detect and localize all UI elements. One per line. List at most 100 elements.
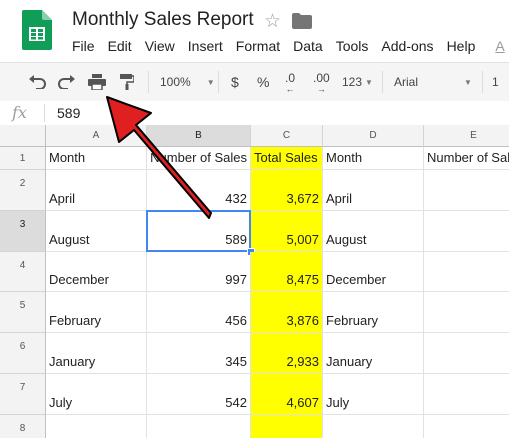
cell-text: 997 xyxy=(225,272,247,287)
data-cell[interactable]: 432 xyxy=(147,170,251,211)
data-cell[interactable]: 4,607 xyxy=(251,374,323,415)
data-cell[interactable]: April xyxy=(323,170,424,211)
toolbar-divider xyxy=(382,71,383,93)
cell-text: Month xyxy=(49,150,86,165)
column-header-b[interactable]: B xyxy=(147,125,251,147)
row-header-8[interactable]: 8 xyxy=(0,415,46,438)
data-cell[interactable]: 8,475 xyxy=(251,252,323,292)
cell-text: August xyxy=(49,232,90,247)
menu-format[interactable]: Format xyxy=(236,38,280,56)
data-cell[interactable]: 3,876 xyxy=(251,292,323,333)
row-header-6[interactable]: 6 xyxy=(0,333,46,374)
data-cell[interactable]: July xyxy=(323,374,424,415)
data-cell[interactable]: 2,933 xyxy=(251,333,323,374)
menu-accessibility[interactable]: A xyxy=(495,38,504,56)
row-header-7[interactable]: 7 xyxy=(0,374,46,415)
row-header-1[interactable]: 1 xyxy=(0,147,46,170)
column-header-a[interactable]: A xyxy=(46,125,147,147)
row-header-3[interactable]: 3 xyxy=(0,211,46,252)
decrease-decimals-label: .0 xyxy=(285,71,296,85)
data-cell[interactable]: 589 xyxy=(147,211,251,252)
data-cell[interactable]: 997 xyxy=(147,252,251,292)
data-cell[interactable] xyxy=(424,415,509,438)
data-cell[interactable]: 3 xyxy=(424,333,509,374)
increase-decimals-label: .00 xyxy=(313,71,330,85)
print-icon[interactable] xyxy=(88,63,106,101)
data-cell[interactable]: 4 xyxy=(424,292,509,333)
data-cell[interactable]: 5 xyxy=(424,374,509,415)
menu-help[interactable]: Help xyxy=(447,38,476,56)
toolbar: 100% ▼ $ % .0 ← .00 → 123 ▼ Arial ▼ 1 xyxy=(0,62,509,102)
zoom-select[interactable]: 100% ▼ xyxy=(160,63,215,101)
currency-format-button[interactable]: $ xyxy=(231,63,239,101)
percent-format-button[interactable]: % xyxy=(257,63,269,101)
cell-text: January xyxy=(49,354,96,369)
header-cell[interactable]: Number of Sales xyxy=(147,147,251,170)
decrease-decimals-button[interactable]: .0 ← xyxy=(285,63,295,101)
cell-text: 3,672 xyxy=(286,191,319,206)
menu-insert[interactable]: Insert xyxy=(188,38,223,56)
data-cell[interactable] xyxy=(46,415,147,438)
data-cell[interactable]: January xyxy=(323,333,424,374)
data-cell[interactable]: 9 xyxy=(424,252,509,292)
data-cell[interactable]: February xyxy=(323,292,424,333)
sheets-logo-icon[interactable] xyxy=(22,10,52,50)
redo-icon[interactable] xyxy=(58,63,76,101)
data-cell[interactable]: 3,672 xyxy=(251,170,323,211)
data-cell[interactable]: January xyxy=(46,333,147,374)
data-cell[interactable]: December xyxy=(46,252,147,292)
data-cell[interactable]: 345 xyxy=(147,333,251,374)
font-select[interactable]: Arial ▼ xyxy=(394,63,472,101)
cell-text: 5,007 xyxy=(286,232,319,247)
menu-addons[interactable]: Add-ons xyxy=(381,38,433,56)
data-cell[interactable]: December xyxy=(323,252,424,292)
column-header-c[interactable]: C xyxy=(251,125,323,147)
data-cell[interactable]: 456 xyxy=(147,292,251,333)
data-cell[interactable] xyxy=(323,415,424,438)
data-cell[interactable]: April xyxy=(46,170,147,211)
row-header-4[interactable]: 4 xyxy=(0,252,46,292)
menu-file[interactable]: File xyxy=(72,38,95,56)
cell-text: 456 xyxy=(225,313,247,328)
font-value: Arial xyxy=(394,75,419,89)
increase-decimals-button[interactable]: .00 → xyxy=(313,63,330,101)
menu-tools[interactable]: Tools xyxy=(336,38,369,56)
row-header-5[interactable]: 5 xyxy=(0,292,46,333)
star-icon[interactable]: ☆ xyxy=(264,10,281,33)
cell-text: 432 xyxy=(225,191,247,206)
menu-edit[interactable]: Edit xyxy=(108,38,132,56)
data-cell[interactable]: 5,007 xyxy=(251,211,323,252)
data-cell[interactable]: February xyxy=(46,292,147,333)
header-cell[interactable]: Month xyxy=(323,147,424,170)
folder-icon[interactable] xyxy=(292,13,312,29)
font-size-select[interactable]: 1 xyxy=(492,63,499,101)
data-cell[interactable]: 542 xyxy=(147,374,251,415)
header-cell[interactable]: Month xyxy=(46,147,147,170)
menu-bar: File Edit View Insert Format Data Tools … xyxy=(72,38,505,56)
data-cell[interactable] xyxy=(147,415,251,438)
select-all-corner[interactable] xyxy=(0,125,46,147)
formula-input[interactable]: 589 xyxy=(57,105,80,121)
document-title[interactable]: Monthly Sales Report xyxy=(72,9,254,31)
chevron-down-icon: ▼ xyxy=(206,77,215,87)
data-cell[interactable]: August xyxy=(323,211,424,252)
column-header-d[interactable]: D xyxy=(323,125,424,147)
column-header-e[interactable]: E xyxy=(424,125,509,147)
data-cell[interactable]: 5 xyxy=(424,211,509,252)
more-formats-select[interactable]: 123 ▼ xyxy=(342,63,373,101)
cell-text: Number of Sales xyxy=(427,150,509,165)
menu-data[interactable]: Data xyxy=(293,38,323,56)
data-cell[interactable]: August xyxy=(46,211,147,252)
header-cell[interactable]: Total Sales xyxy=(251,147,323,170)
data-cell[interactable]: 4 xyxy=(424,170,509,211)
data-cell[interactable] xyxy=(251,415,323,438)
cell-text: July xyxy=(326,395,350,410)
cell-text: December xyxy=(49,272,109,287)
undo-icon[interactable] xyxy=(28,63,46,101)
header-cell[interactable]: Number of Sales xyxy=(424,147,509,170)
row-header-2[interactable]: 2 xyxy=(0,170,46,211)
menu-view[interactable]: View xyxy=(145,38,175,56)
data-cell[interactable]: July xyxy=(46,374,147,415)
paint-format-icon[interactable] xyxy=(120,63,134,101)
more-formats-label: 123 xyxy=(342,75,363,89)
